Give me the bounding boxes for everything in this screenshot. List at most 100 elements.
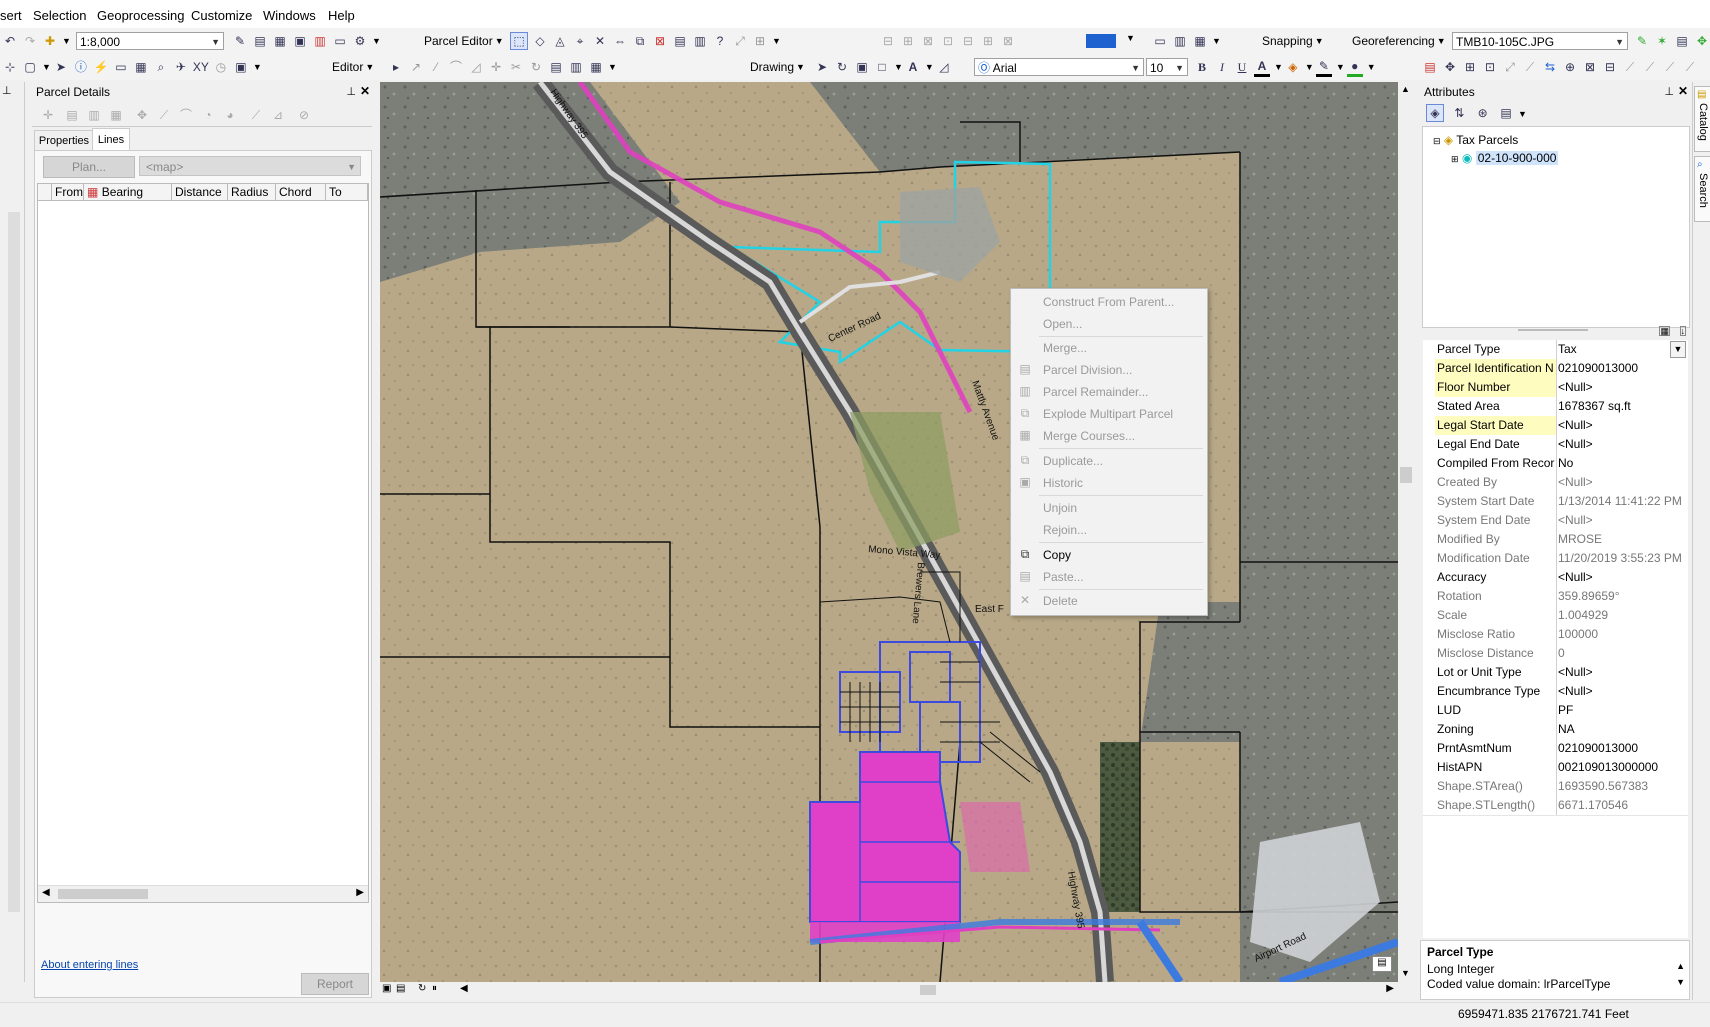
chevron-up-icon[interactable]: ▲	[1676, 961, 1685, 971]
pin-icon[interactable]: ⊥	[346, 85, 356, 98]
map-scroll-thumb[interactable]	[920, 985, 936, 995]
tool-1-icon[interactable]: ✛	[40, 107, 56, 123]
edit-tool-icon[interactable]: ▸	[388, 59, 404, 75]
point-icon[interactable]: ✛	[488, 59, 504, 75]
search-window-icon[interactable]: ▣	[292, 33, 308, 49]
join-parcels-icon[interactable]: ◬	[552, 33, 568, 49]
topology-icon-2[interactable]: ⊞	[900, 33, 916, 49]
zoom-graphics-icon[interactable]: ▣	[854, 59, 870, 75]
catalog-tab[interactable]: ▤ Catalog	[1694, 86, 1710, 152]
scroll-left-icon[interactable]: ◀	[460, 983, 468, 994]
attribute-value[interactable]: 021090013000	[1558, 361, 1686, 375]
attribute-value[interactable]: NA	[1558, 722, 1686, 736]
col-to[interactable]: To	[326, 184, 368, 200]
rotate-graphics-icon[interactable]: ↻	[834, 59, 850, 75]
tool-3-icon[interactable]: ▥	[86, 107, 102, 123]
georef-tool-9-icon[interactable]: ⊠	[1582, 59, 1598, 75]
menu-paste[interactable]: Paste...	[1043, 570, 1084, 584]
menu-unjoin[interactable]: Unjoin	[1043, 501, 1077, 515]
attribute-row[interactable]: Shape.STLength() 6671.170546	[1423, 796, 1688, 816]
georef-tool-12-icon[interactable]: ⟋	[1642, 59, 1658, 75]
sort-az-icon[interactable]: ↓	[1679, 326, 1686, 336]
attribute-value[interactable]: 1/13/2014 11:41:22 PM	[1558, 494, 1686, 508]
undo-icon[interactable]: ↶	[2, 33, 18, 49]
edit-vertices-icon[interactable]: ◿	[936, 59, 952, 75]
options-icon[interactable]: ▤	[1498, 105, 1514, 121]
about-entering-lines-link[interactable]: About entering lines	[41, 959, 138, 971]
sort-icon[interactable]: ⇅	[1451, 105, 1467, 121]
plan-button[interactable]: Plan...	[43, 156, 135, 178]
attribute-row[interactable]: Misclose Ratio 100000	[1423, 625, 1688, 645]
menu-rejoin[interactable]: Rejoin...	[1043, 523, 1087, 537]
georef-tool-6-icon[interactable]: ⟋	[1522, 59, 1538, 75]
attribute-row[interactable]: Shape.STArea() 1693590.567383	[1423, 777, 1688, 797]
model-builder-icon[interactable]: ⚙	[352, 33, 368, 49]
fabric-report-icon[interactable]: ▥	[692, 33, 708, 49]
menu-explode-multipart[interactable]: Explode Multipart Parcel	[1043, 407, 1173, 421]
georeferencing-menu[interactable]: Georeferencing ▼	[1352, 31, 1446, 51]
attribute-row[interactable]: LUD PF	[1423, 701, 1688, 721]
menu-windows[interactable]: Windows	[263, 8, 316, 23]
topology-icon-3[interactable]: ⊠	[920, 33, 936, 49]
topology-icon-1[interactable]: ⊟	[880, 33, 896, 49]
tree-node-parcel[interactable]: ⊞ ◉ 02-10-900-000	[1451, 151, 1559, 165]
trace-icon[interactable]: ◿	[468, 59, 484, 75]
viewer-window-icon[interactable]: ▣	[233, 59, 249, 75]
menu-parcel-division[interactable]: Parcel Division...	[1043, 363, 1132, 377]
map-vscroll-thumb[interactable]	[1400, 467, 1412, 483]
attribute-row[interactable]: System End Date <Null>	[1423, 511, 1688, 531]
attribute-row[interactable]: HistAPN 002109013000000	[1423, 758, 1688, 778]
delete-parcel-icon[interactable]: ⊠	[652, 33, 668, 49]
new-text-icon[interactable]: A	[905, 59, 921, 75]
menu-construct-from-parent[interactable]: Construct From Parent...	[1043, 295, 1174, 309]
font-size-combo[interactable]: 10 ▼	[1146, 58, 1188, 76]
attribute-row[interactable]: Legal Start Date <Null>	[1423, 416, 1688, 436]
raster-layer-combo[interactable]: TMB10-105C.JPG ▼	[1452, 32, 1628, 50]
adjustment-options-icon[interactable]: ⊞	[752, 33, 768, 49]
scroll-thumb[interactable]	[58, 889, 148, 899]
tab-properties[interactable]: Properties	[34, 130, 94, 152]
menu-copy[interactable]: Copy	[1043, 548, 1071, 562]
expand-icon[interactable]: ⊞	[1451, 154, 1459, 164]
pin-icon[interactable]: ⊥	[1664, 85, 1674, 98]
menu-historic[interactable]: Historic	[1043, 476, 1083, 490]
layout-view-icon[interactable]: ▤	[396, 983, 405, 994]
grid-view-icon[interactable]: ▦	[1659, 326, 1670, 336]
drawing-menu[interactable]: Drawing ▼	[750, 57, 805, 77]
tool-2-icon[interactable]: ▤	[64, 107, 80, 123]
attribute-row[interactable]: Lot or Unit Type <Null>	[1423, 663, 1688, 683]
tree-node-tax-parcels[interactable]: ⊟ ◈ Tax Parcels	[1433, 133, 1518, 147]
horizontal-scrollbar[interactable]: ◀ ▶	[38, 885, 368, 902]
layout-icon-1[interactable]: ▭	[1152, 33, 1168, 49]
map-combo[interactable]: <map> ▼	[139, 156, 361, 176]
lines-grid[interactable]: From ▦ Bearing Distance Radius Chord To …	[37, 183, 369, 903]
attribute-row[interactable]: Scale 1.004929	[1423, 606, 1688, 626]
identify-icon[interactable]: ⓘ	[73, 59, 89, 75]
map-view[interactable]: Highway 395 Center Road Mattly Avenue Mo…	[380, 82, 1398, 982]
splitter[interactable]: ▦ ↓	[1422, 326, 1688, 336]
select-elements-icon[interactable]: ➤	[53, 59, 69, 75]
attribute-row[interactable]: Parcel Type Tax ▼	[1423, 340, 1688, 360]
topology-icon-6[interactable]: ⊞	[980, 33, 996, 49]
split-icon[interactable]: ✂	[508, 59, 524, 75]
attribute-value[interactable]: 359.89659°	[1558, 589, 1686, 603]
tab-lines[interactable]: Lines	[92, 128, 130, 151]
attribute-value[interactable]: MROSE	[1558, 532, 1686, 546]
report-button[interactable]: Report	[301, 973, 369, 995]
marker-color-icon[interactable]: ●	[1346, 58, 1363, 77]
col-radius[interactable]: Radius	[228, 184, 276, 200]
merge-parcel-icon[interactable]: ⧉	[632, 33, 648, 49]
menu-geoprocessing[interactable]: Geoprocessing	[97, 8, 184, 23]
parcel-fabric-icon[interactable]: ◇	[532, 33, 548, 49]
attribute-row[interactable]: Parcel Identification N 021090013000	[1423, 359, 1688, 379]
chevron-down-icon[interactable]: ▼	[1676, 977, 1685, 987]
georef-tool-4-icon[interactable]: ⊡	[1482, 59, 1498, 75]
fabric-job-icon[interactable]: ▤	[672, 33, 688, 49]
line-point-icon[interactable]: ✕	[592, 33, 608, 49]
attribute-row[interactable]: Compiled From Recor No	[1423, 454, 1688, 474]
tool-9-icon[interactable]: ◕	[222, 107, 238, 123]
help-tool-icon[interactable]: ?	[712, 33, 728, 49]
time-slider-icon[interactable]: ◷	[213, 59, 229, 75]
attribute-row[interactable]: Legal End Date <Null>	[1423, 435, 1688, 455]
underline-button[interactable]: U	[1234, 59, 1250, 75]
